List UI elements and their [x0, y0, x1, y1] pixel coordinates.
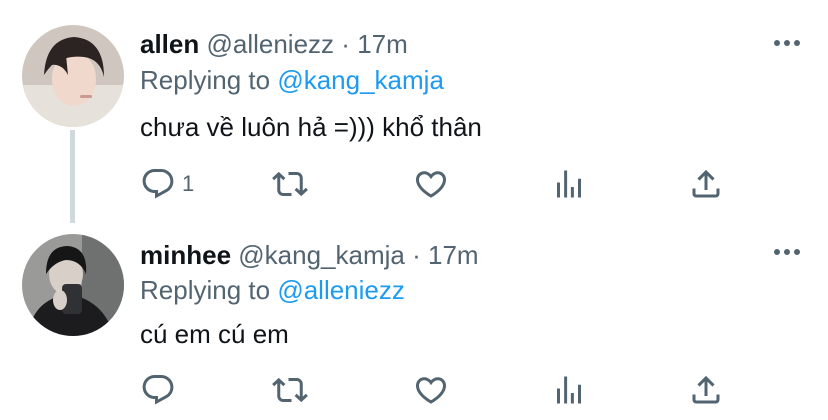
reply-button[interactable]: 1 [140, 164, 194, 204]
avatar[interactable] [22, 234, 124, 336]
replying-to-label: Replying to [140, 65, 271, 95]
analytics-icon [557, 170, 581, 198]
separator: · [341, 29, 350, 59]
tweet-time[interactable]: 17m [357, 29, 408, 59]
heart-icon [415, 377, 447, 404]
share-icon [692, 169, 720, 198]
replying-to: Replying to @alleniezz [140, 275, 405, 306]
analytics-button[interactable] [551, 164, 587, 204]
replying-to: Replying to @kang_kamja [140, 65, 444, 96]
tweet-header: allen @alleniezz · 17m [140, 29, 408, 60]
tweet-actions: 1 [140, 164, 740, 204]
tweet-text: cú em cú em [140, 319, 289, 349]
like-button[interactable] [413, 164, 449, 204]
retweet-button[interactable] [272, 370, 308, 410]
separator: · [412, 240, 421, 270]
mention-link[interactable]: @alleniezz [277, 275, 405, 305]
share-button[interactable] [688, 164, 724, 204]
reply-button[interactable] [140, 370, 182, 410]
user-handle[interactable]: @kang_kamja [238, 240, 405, 270]
tweet-text: chưa về luôn hả =))) khổ thân [140, 112, 482, 142]
share-icon [692, 375, 720, 404]
tweet[interactable]: minhee @kang_kamja · 17m Replying to @al… [0, 215, 828, 420]
retweet-icon [272, 377, 308, 403]
retweet-icon [272, 171, 308, 197]
tweet[interactable]: allen @alleniezz · 17m Replying to @kang… [0, 0, 828, 223]
display-name[interactable]: allen [140, 29, 199, 59]
display-name[interactable]: minhee [140, 240, 231, 270]
more-options-icon[interactable] [774, 249, 800, 257]
tweet-time[interactable]: 17m [428, 240, 479, 270]
mention-link[interactable]: @kang_kamja [277, 65, 444, 95]
retweet-button[interactable] [272, 164, 308, 204]
avatar[interactable] [22, 25, 124, 127]
more-options-icon[interactable] [774, 40, 800, 48]
tweet-header: minhee @kang_kamja · 17m [140, 240, 479, 271]
thread-line [70, 130, 75, 223]
share-button[interactable] [688, 370, 724, 410]
user-handle[interactable]: @alleniezz [206, 29, 334, 59]
reply-icon [142, 169, 174, 199]
reply-icon [142, 375, 174, 405]
analytics-icon [557, 376, 581, 404]
heart-icon [415, 171, 447, 198]
tweet-actions [140, 370, 740, 410]
analytics-button[interactable] [551, 370, 587, 410]
replying-to-label: Replying to [140, 275, 271, 305]
reply-count: 1 [182, 171, 195, 196]
like-button[interactable] [413, 370, 449, 410]
